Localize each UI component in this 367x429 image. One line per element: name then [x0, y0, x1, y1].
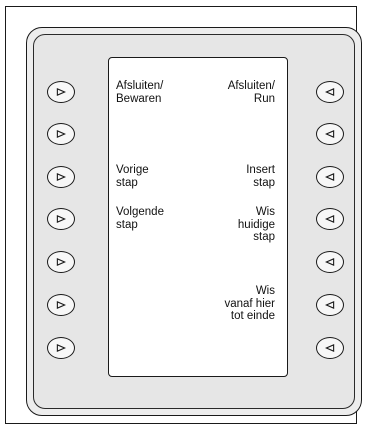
right-softkey-7[interactable]: [316, 337, 344, 359]
label-line: Wis: [255, 206, 275, 218]
right-softkey-6[interactable]: [316, 294, 344, 316]
label-insert-stap: Insert stap: [246, 164, 275, 189]
triangle-right-icon: [56, 172, 66, 182]
label-line: Wis: [255, 285, 275, 297]
triangle-left-icon: [325, 300, 335, 310]
triangle-left-icon: [325, 87, 335, 97]
label-vorige-stap: Vorige stap: [116, 164, 149, 189]
label-line: tot einde: [230, 310, 275, 322]
right-softkey-3[interactable]: [316, 166, 344, 188]
label-afsluiten-run: Afsluiten/ Run: [228, 80, 275, 105]
label-line: huidige: [237, 218, 275, 231]
right-softkey-4[interactable]: [316, 208, 344, 230]
left-softkey-5[interactable]: [47, 251, 75, 273]
label-line: Run: [253, 92, 275, 105]
right-softkey-5[interactable]: [316, 251, 344, 273]
label-line: Afsluiten/: [116, 80, 164, 92]
label-line: Afsluiten/: [227, 80, 275, 92]
label-wis-vanaf-hier-tot-einde: Wis vanaf hier tot einde: [224, 285, 275, 323]
triangle-left-icon: [325, 172, 335, 182]
left-softkey-2[interactable]: [47, 123, 75, 145]
triangle-left-icon: [325, 257, 335, 267]
label-line: Vorige: [116, 164, 149, 176]
right-softkey-2[interactable]: [316, 123, 344, 145]
label-afsluiten-bewaren: Afsluiten/ Bewaren: [116, 80, 163, 105]
triangle-left-icon: [325, 129, 335, 139]
label-line: stap: [253, 176, 275, 189]
label-line: stap: [116, 176, 138, 189]
left-softkey-3[interactable]: [47, 166, 75, 188]
triangle-left-icon: [325, 343, 335, 353]
triangle-right-icon: [56, 87, 66, 97]
label-volgende-stap: Volgende stap: [116, 206, 164, 231]
left-softkey-7[interactable]: [47, 337, 75, 359]
left-softkey-1[interactable]: [47, 81, 75, 103]
label-line: Bewaren: [116, 92, 162, 105]
label-line: stap: [253, 231, 275, 243]
label-line: Insert: [246, 164, 275, 176]
label-line: vanaf hier: [224, 297, 275, 310]
label-line: stap: [116, 218, 138, 231]
left-softkey-4[interactable]: [47, 208, 75, 230]
triangle-right-icon: [56, 343, 66, 353]
label-wis-huidige-stap: Wis huidige stap: [238, 206, 275, 244]
triangle-right-icon: [56, 257, 66, 267]
label-line: Volgende: [116, 206, 164, 218]
triangle-left-icon: [325, 214, 335, 224]
right-softkey-1[interactable]: [316, 81, 344, 103]
triangle-right-icon: [56, 129, 66, 139]
triangle-right-icon: [56, 214, 66, 224]
left-softkey-6[interactable]: [47, 294, 75, 316]
triangle-right-icon: [56, 300, 66, 310]
